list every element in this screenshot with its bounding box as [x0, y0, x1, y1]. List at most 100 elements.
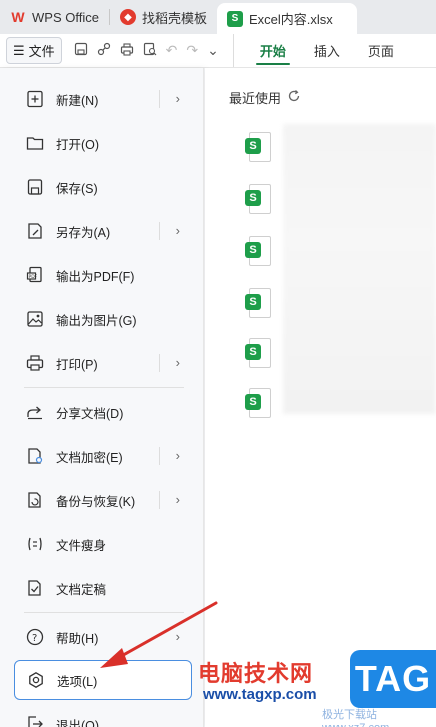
- print-icon[interactable]: [120, 42, 134, 59]
- wps-logo-icon: W: [11, 9, 25, 25]
- recent-file-item[interactable]: S: [245, 388, 273, 420]
- recent-file-item[interactable]: S: [245, 236, 273, 268]
- menu-item-export-pdf[interactable]: PDF 输出为PDF(F): [14, 255, 192, 295]
- save-as-icon: [24, 220, 46, 242]
- help-icon: ?: [24, 626, 46, 648]
- menu-item-label: 打开(O): [56, 137, 100, 152]
- exit-icon: [24, 713, 46, 727]
- divider: [159, 90, 160, 108]
- watermark-url: www.tagxp.com: [203, 686, 317, 703]
- window-tab-bar: W WPS Office ◆ 找稻壳模板 S Excel内容.xlsx: [0, 0, 436, 34]
- save-icon[interactable]: [74, 42, 88, 59]
- menu-item-label: 输出为图片(G): [56, 313, 137, 328]
- menu-item-label: 分享文档(D): [56, 406, 124, 421]
- tab-excel-document[interactable]: S Excel内容.xlsx: [216, 3, 357, 34]
- chevron-down-icon[interactable]: ⌄: [207, 42, 219, 59]
- menu-item-help[interactable]: ? 帮助(H) ›: [14, 617, 192, 657]
- print-preview-icon[interactable]: [143, 42, 157, 59]
- chevron-right-icon[interactable]: ›: [176, 223, 180, 238]
- recent-file-item[interactable]: S: [245, 132, 273, 164]
- menu-item-label: 保存(S): [56, 181, 98, 196]
- menu-item-label: 打印(P): [56, 357, 98, 372]
- spreadsheet-file-icon: S: [245, 388, 271, 418]
- printer-icon: [24, 352, 46, 374]
- chevron-right-icon[interactable]: ›: [176, 492, 180, 507]
- watermark-tag-logo: TAG: [350, 650, 436, 708]
- menu-item-label: 另存为(A): [56, 225, 111, 240]
- watermark-site-name: 电脑技术网: [198, 661, 314, 686]
- menu-item-save-as[interactable]: 另存为(A) ›: [14, 211, 192, 251]
- recent-title: 最近使用: [229, 88, 301, 107]
- quick-access-icons: ↶ ↷ ⌄: [74, 42, 219, 59]
- docer-icon: ◆: [119, 9, 136, 25]
- menu-item-encrypt[interactable]: 文档加密(E) ›: [14, 436, 192, 476]
- ribbon-tabs: 开始 插入 页面: [232, 34, 408, 67]
- file-menu-button[interactable]: ☰ 文件: [6, 37, 62, 64]
- menu-item-backup[interactable]: 备份与恢复(K) ›: [14, 480, 192, 520]
- quick-toolbar: ☰ 文件 ↶ ↷ ⌄ 开始 插入 页面: [0, 34, 436, 68]
- menu-item-label: 输出为PDF(F): [56, 269, 135, 284]
- divider: [159, 222, 160, 240]
- file-menu-panel: 新建(N) › 打开(O) 保存(S) 另存为(A) › PDF 输出为PDF(…: [0, 68, 204, 727]
- spreadsheet-file-icon: S: [245, 236, 271, 266]
- share-link-icon[interactable]: [97, 42, 111, 59]
- menu-item-share[interactable]: 分享文档(D): [14, 392, 192, 432]
- chevron-right-icon[interactable]: ›: [176, 448, 180, 463]
- refresh-icon[interactable]: [287, 89, 301, 106]
- menu-item-label: 帮助(H): [56, 631, 99, 646]
- share-icon: [24, 401, 46, 423]
- menu-item-options[interactable]: 选项(L): [14, 660, 192, 700]
- menu-item-label: 退出(Q): [56, 718, 100, 727]
- undo-icon[interactable]: ↶: [166, 42, 178, 59]
- ribbon-tab-home[interactable]: 开始: [246, 34, 300, 67]
- menu-item-save[interactable]: 保存(S): [14, 167, 192, 207]
- spreadsheet-file-icon: S: [245, 288, 271, 318]
- tab-docer-templates[interactable]: ◆ 找稻壳模板: [110, 0, 217, 34]
- spreadsheet-file-icon: S: [245, 132, 271, 162]
- export-pdf-icon: PDF: [24, 264, 46, 286]
- divider: [159, 354, 160, 372]
- save-icon: [24, 176, 46, 198]
- recent-files-pane: 最近使用 S S S S S S: [205, 68, 436, 727]
- options-gear-icon: [25, 669, 47, 691]
- redo-icon[interactable]: ↷: [186, 42, 198, 59]
- watermark-sub: 极光下载站 www.xz7.com: [322, 709, 389, 727]
- menu-item-label: 文件瘦身: [56, 538, 107, 553]
- tab-wps-office[interactable]: W WPS Office: [0, 0, 109, 34]
- menu-item-label: 新建(N): [56, 93, 99, 108]
- divider: [159, 447, 160, 465]
- menu-item-label: 备份与恢复(K): [56, 494, 136, 509]
- excel-icon: S: [226, 10, 243, 27]
- file-menu-label: 文件: [28, 44, 55, 59]
- chevron-right-icon[interactable]: ›: [176, 355, 180, 370]
- menu-divider: [24, 387, 184, 388]
- tab-label: Excel内容.xlsx: [248, 12, 333, 27]
- export-image-icon: [24, 308, 46, 330]
- ribbon-tab-page[interactable]: 页面: [354, 34, 408, 67]
- encrypt-icon: [24, 445, 46, 467]
- ribbon-tab-insert[interactable]: 插入: [300, 34, 354, 67]
- menu-item-label: 文档加密(E): [56, 450, 123, 465]
- chevron-right-icon[interactable]: ›: [176, 629, 180, 644]
- tab-label: 找稻壳模板: [141, 10, 207, 26]
- recent-file-item[interactable]: S: [245, 288, 273, 320]
- hamburger-icon: ☰: [13, 42, 25, 58]
- menu-item-export-image[interactable]: 输出为图片(G): [14, 299, 192, 339]
- new-file-icon: [24, 88, 46, 110]
- menu-item-label: 文档定稿: [56, 582, 107, 597]
- slim-file-icon: [24, 533, 46, 555]
- menu-item-print[interactable]: 打印(P) ›: [14, 343, 192, 383]
- tab-label: WPS Office: [32, 9, 99, 25]
- spreadsheet-file-icon: S: [245, 184, 271, 214]
- menu-item-finalize[interactable]: 文档定稿: [14, 568, 192, 608]
- menu-item-label: 选项(L): [57, 674, 98, 689]
- menu-item-slim-file[interactable]: 文件瘦身: [14, 524, 192, 564]
- recent-file-item[interactable]: S: [245, 184, 273, 216]
- menu-item-open[interactable]: 打开(O): [14, 123, 192, 163]
- menu-item-new[interactable]: 新建(N) ›: [14, 79, 192, 119]
- recent-file-item[interactable]: S: [245, 338, 273, 370]
- blurred-file-names: [283, 124, 436, 414]
- folder-open-icon: [24, 132, 46, 154]
- chevron-right-icon[interactable]: ›: [176, 91, 180, 106]
- menu-item-exit[interactable]: 退出(Q): [14, 704, 192, 727]
